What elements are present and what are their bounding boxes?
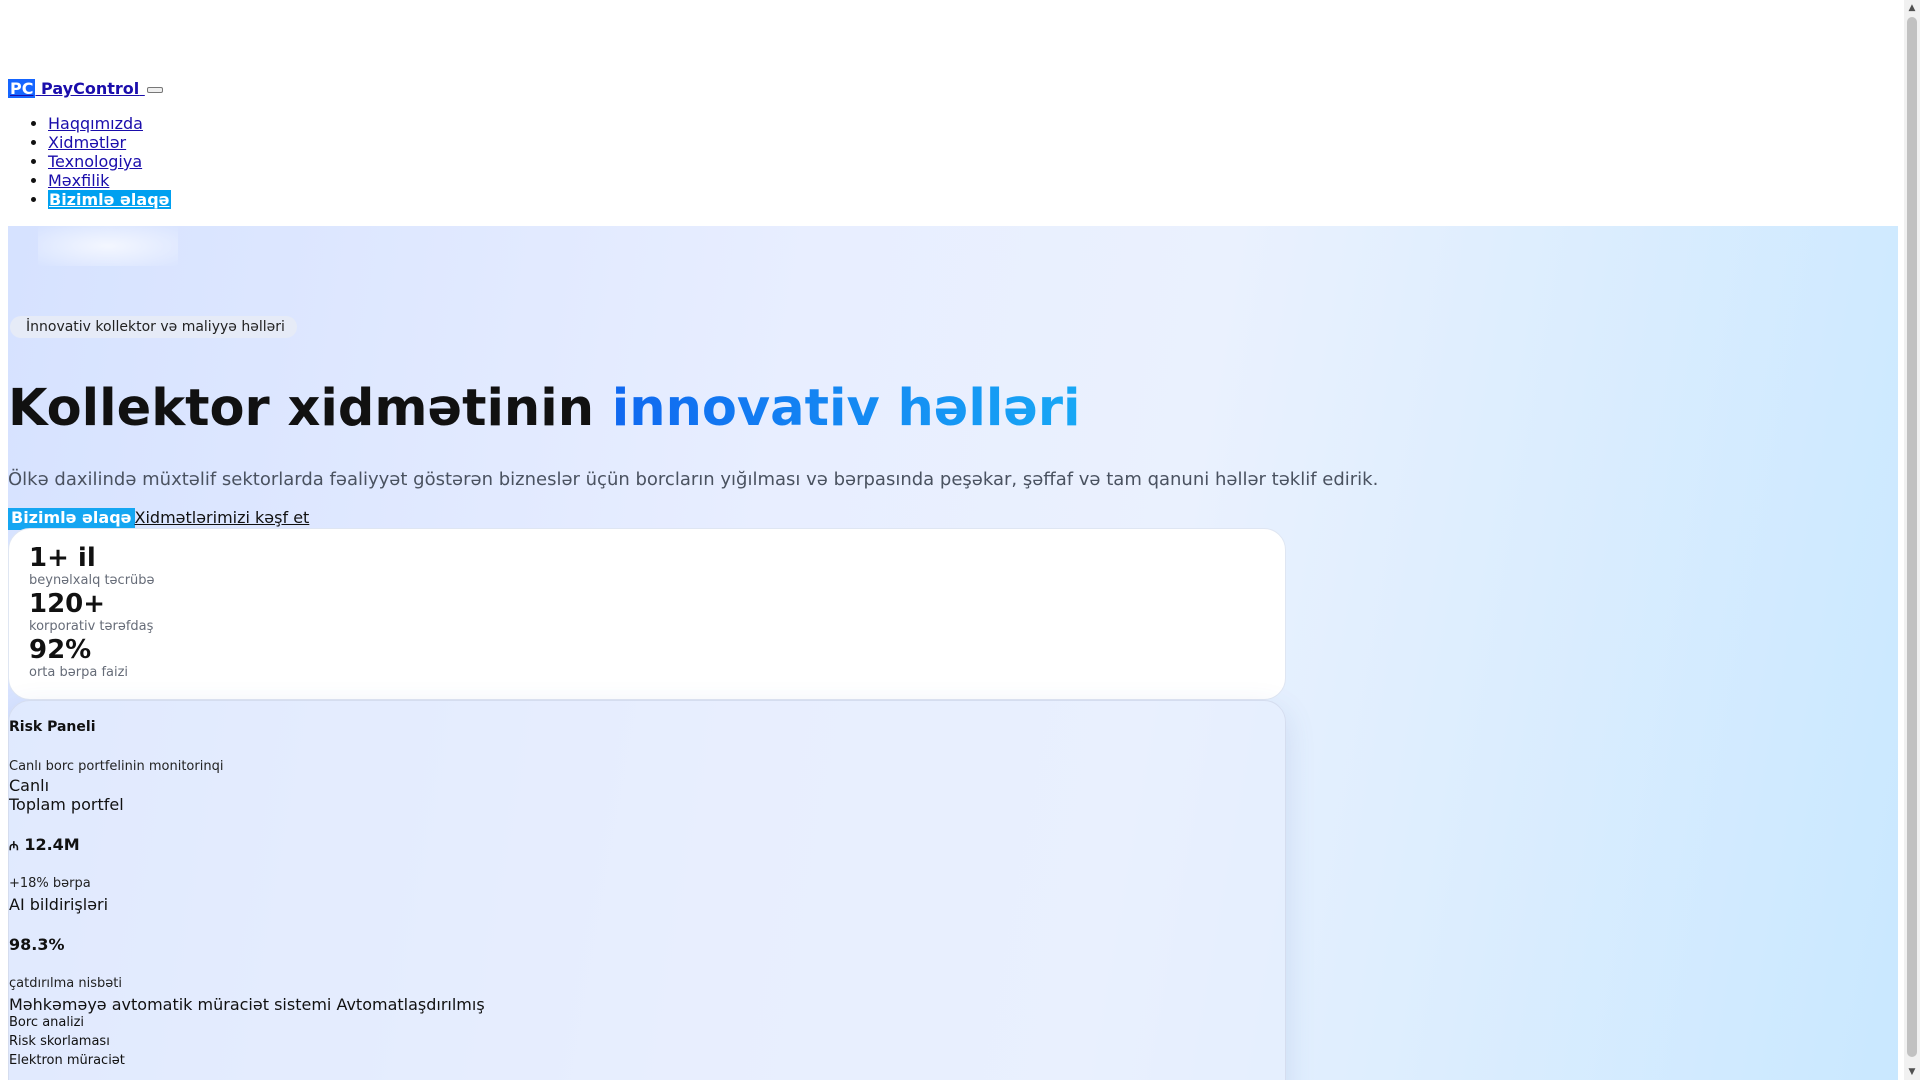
vertical-scrollbar[interactable]: ▲ ▼ (1904, 0, 1920, 1080)
risk-panel-card: Risk Paneli Canlı borc portfelinin monit… (8, 700, 1286, 1080)
stat-label: beynəlxalq təcrübə (29, 573, 155, 588)
metric-title-text: Toplam portfel (9, 795, 124, 814)
nav-link-privacy[interactable]: Məxfilik (48, 171, 109, 190)
nav-link-technology[interactable]: Texnologiya (48, 152, 142, 171)
feature-tag: Avtomatlaşdırılmış (336, 995, 485, 1014)
scroll-up-arrow-icon[interactable]: ▲ (1904, 0, 1920, 16)
manat-icon: ₼ (9, 839, 19, 853)
metric-value-text: 12.4M (24, 835, 80, 854)
metric-ai-value: 98.3% (9, 935, 65, 954)
nav-item-privacy: Məxfilik (48, 171, 171, 190)
stat-partners: 120+ korporativ tərəfdaş (29, 589, 153, 635)
stat-recovery: 92% orta bərpa faizi (29, 635, 128, 681)
contact-button-label: Bizimlə əlaqə (11, 508, 132, 527)
risk-panel-subtitle: Canlı borc portfelinin monitorinqi (9, 759, 224, 774)
tag-risk-scoring: Risk skorlaması (9, 1034, 110, 1049)
scroll-down-arrow-icon[interactable]: ▼ (1904, 1064, 1920, 1080)
hero-glow (38, 226, 178, 266)
menu-toggle-button[interactable] (146, 86, 163, 93)
hero-section: İnnovativ kollektor və maliyyə həlləri K… (8, 226, 1898, 1080)
hero-badge: İnnovativ kollektor və maliyyə həlləri (10, 316, 297, 338)
tag-electronic-application: Elektron müraciət (9, 1053, 125, 1068)
stat-value: 92% (29, 635, 92, 665)
page: PC PayControl Haqqımızda Xidmətlər Texno… (0, 0, 1904, 1080)
hero-title: Kollektor xidmətinin innovativ həlləri (8, 374, 1081, 444)
nav-item-services: Xidmətlər (48, 133, 171, 152)
metric-title-text: AI bildirişləri (9, 895, 109, 914)
metric-note-text: +18% bərpa (9, 876, 91, 891)
metric-portfolio-note: +18% bərpa (9, 876, 91, 891)
stat-value: 1+ il (29, 543, 96, 573)
brand-logo-link[interactable]: PC PayControl (8, 79, 163, 98)
site-header: PC PayControl Haqqımızda Xidmətlər Texno… (8, 76, 1898, 210)
nav-link-services[interactable]: Xidmətlər (48, 133, 126, 152)
metric-portfolio-value: ₼ 12.4M (9, 835, 80, 854)
hero-title-main: Kollektor xidmətinin (8, 379, 612, 438)
risk-panel-title: Risk Paneli (9, 719, 96, 735)
stat-label: orta bərpa faizi (29, 665, 129, 680)
stats-card: 1+ il beynəlxalq təcrübə 120+ korporativ… (8, 528, 1286, 700)
explore-services-link[interactable]: Xidmətlərimizi kəşf et (135, 508, 310, 527)
metric-portfolio-title: Toplam portfel (9, 795, 124, 814)
hero-title-accent: innovativ həlləri (611, 379, 1081, 438)
hero-subtitle: Ölkə daxilində müxtəlif sektorlarda fəal… (8, 469, 1379, 490)
main-nav: Haqqımızda Xidmətlər Texnologiya Məxfili… (8, 114, 171, 209)
nav-item-technology: Texnologiya (48, 152, 171, 171)
nav-link-contact[interactable]: Bizimlə əlaqə (48, 190, 171, 209)
scroll-thumb[interactable] (1907, 17, 1917, 1057)
metric-ai-note: çatdırılma nisbəti (9, 976, 122, 991)
logo-mark: PC (8, 79, 36, 98)
logo-text: PayControl (41, 79, 140, 98)
nav-item-contact: Bizimlə əlaqə (48, 190, 171, 209)
feature-text: Məhkəməyə avtomatik müraciət sistemi (9, 995, 332, 1014)
live-indicator: Canlı (9, 776, 50, 795)
feature-auto-court: Məhkəməyə avtomatik müraciət sistemi Avt… (9, 995, 485, 1014)
hero-badge-text: İnnovativ kollektor və maliyyə həlləri (26, 319, 285, 335)
contact-button[interactable]: Bizimlə əlaqə (8, 508, 135, 530)
tag-debt-analysis: Borc analizi (9, 1015, 85, 1030)
stat-experience: 1+ il beynəlxalq təcrübə (29, 543, 155, 589)
nav-item-about: Haqqımızda (48, 114, 171, 133)
stat-label: korporativ tərəfdaş (29, 619, 154, 634)
hero-actions: Bizimlə əlaqə Xidmətlərimizi kəşf et (8, 508, 309, 530)
stat-value: 120+ (29, 589, 106, 619)
nav-link-about[interactable]: Haqqımızda (48, 114, 143, 133)
metric-ai-title: AI bildirişləri (9, 895, 108, 914)
